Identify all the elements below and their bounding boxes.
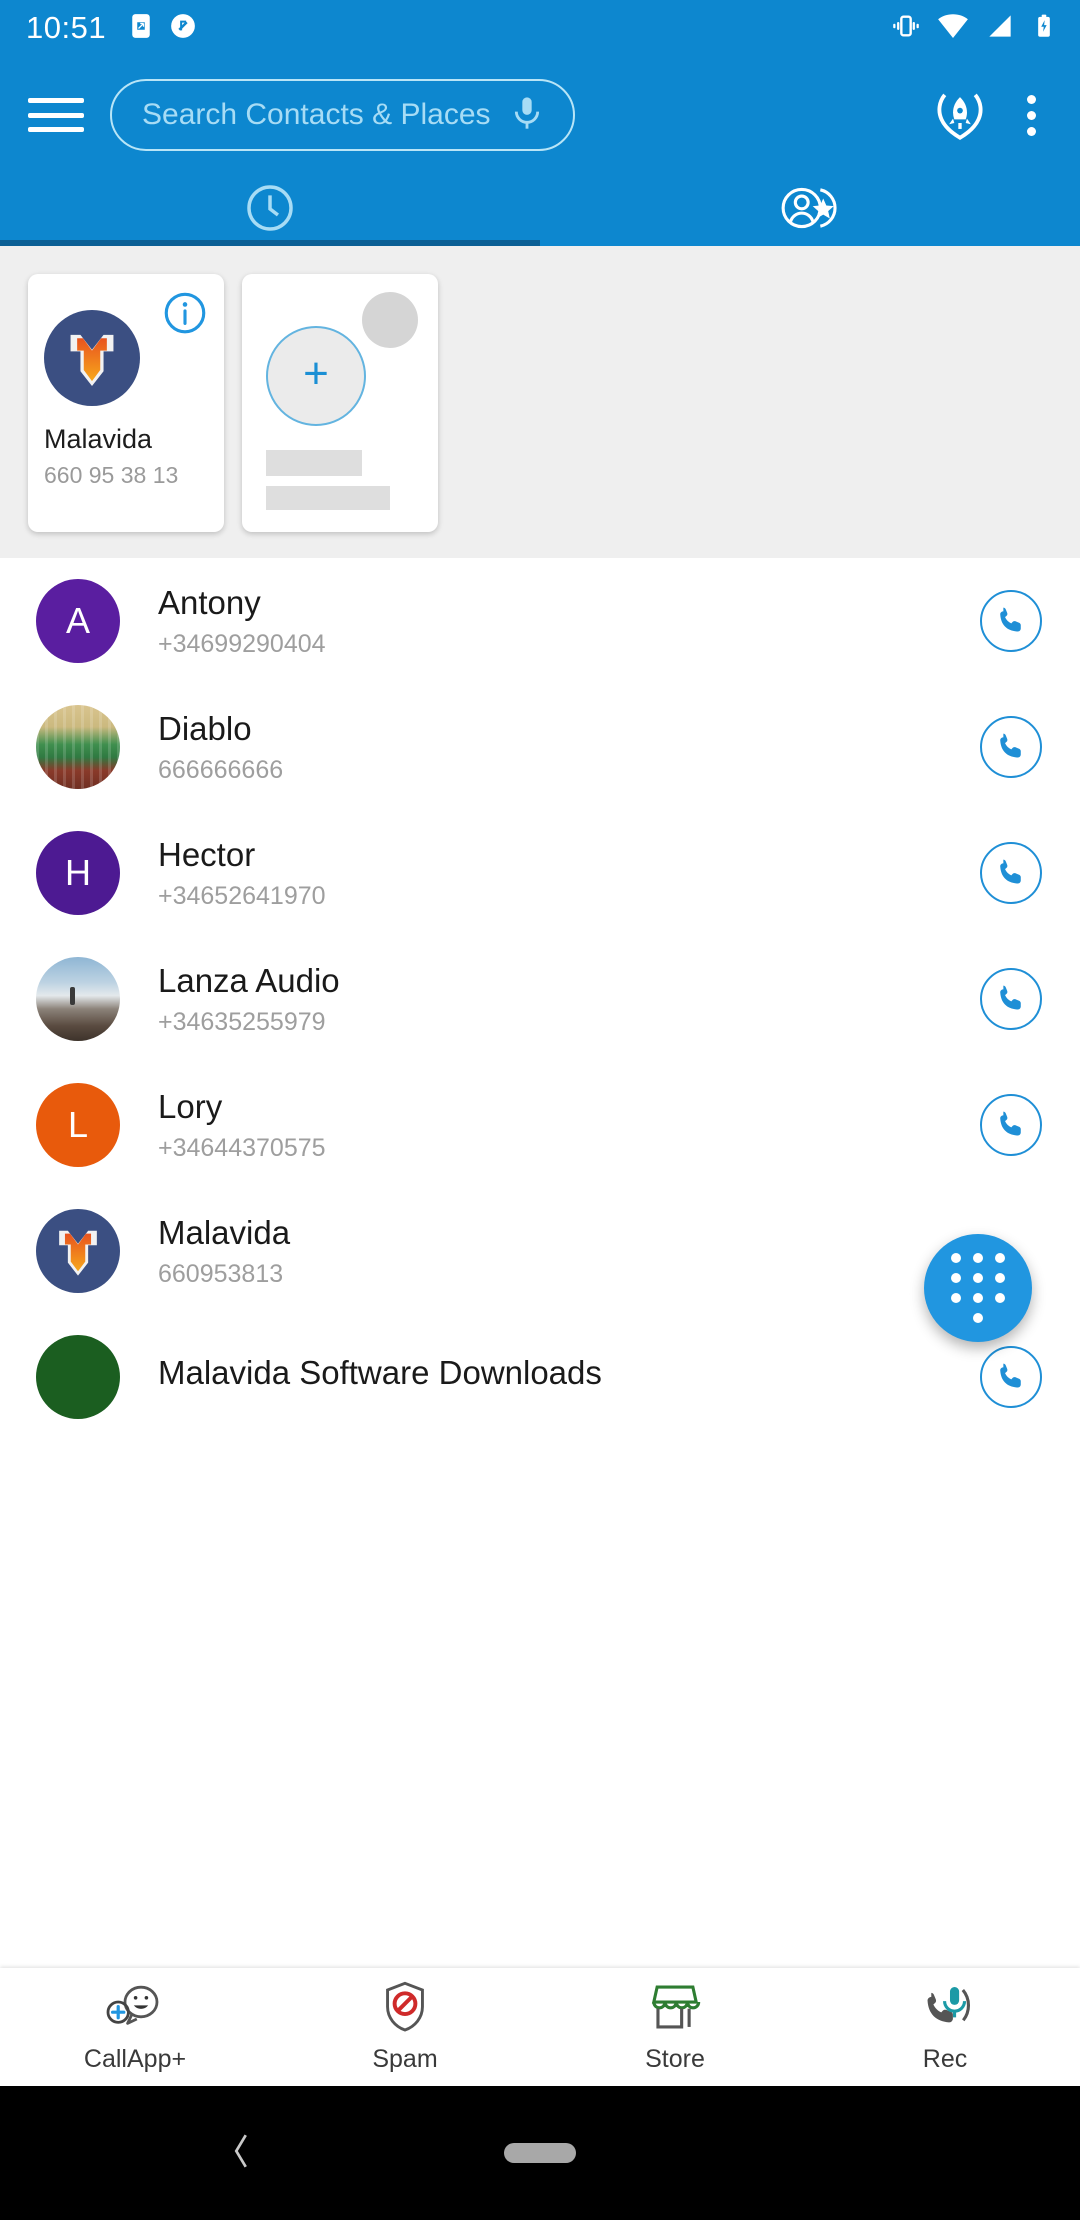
cellular-signal-icon	[984, 10, 1016, 47]
contact-phone: +34635255979	[158, 1007, 326, 1036]
status-bar-right-icons	[890, 9, 1058, 48]
contact-name: Lory	[158, 1087, 223, 1125]
bottom-nav-bar: CallApp+ Spam Store Rec	[0, 1968, 1080, 2086]
tab-indicator	[0, 240, 540, 246]
contact-info: Antony +34699290404	[158, 584, 980, 659]
search-input[interactable]: Search Contacts & Places	[110, 79, 575, 151]
contact-info: Hector +34652641970	[158, 836, 980, 911]
plus-icon: +	[303, 349, 329, 398]
contact-name: Hector	[158, 835, 256, 873]
screenshot-icon	[126, 11, 156, 46]
contact-info: Diablo 666666666	[158, 710, 980, 785]
contact-row[interactable]: L Lory +34644370575	[0, 1062, 1080, 1188]
avatar	[36, 957, 120, 1041]
phone-call-icon[interactable]	[980, 716, 1042, 778]
avatar	[36, 1209, 120, 1293]
placeholder-name-bar	[266, 450, 362, 476]
status-time: 10:51	[26, 10, 107, 45]
nav-item-rec[interactable]: Rec	[810, 1980, 1080, 2074]
phone-call-icon[interactable]	[980, 1094, 1042, 1156]
contact-name: Antony	[158, 583, 261, 621]
contact-phone: +34652641970	[158, 881, 326, 910]
contact-info: Lanza Audio +34635255979	[158, 962, 980, 1037]
call-recorder-icon	[917, 1980, 973, 2039]
placeholder-avatar	[362, 292, 418, 348]
avatar	[36, 705, 120, 789]
recents-tab[interactable]	[0, 174, 540, 246]
contacts-star-icon	[779, 180, 841, 241]
status-bar-left-icons	[126, 11, 198, 46]
favorite-name: Malavida	[44, 424, 153, 454]
dialpad-icon	[951, 1253, 1005, 1323]
contact-info: Lory +34644370575	[158, 1088, 980, 1163]
add-favorite-card[interactable]: +	[242, 274, 438, 532]
vibrate-icon	[890, 10, 922, 47]
phone-call-icon[interactable]	[980, 1346, 1042, 1408]
system-navigation-bar	[0, 2086, 1080, 2220]
battery-charging-icon	[1030, 12, 1058, 45]
home-pill-icon[interactable]	[504, 2143, 576, 2163]
header-actions	[925, 80, 1058, 150]
contact-name: Diablo	[158, 709, 252, 747]
app-header: Search Contacts & Places	[0, 56, 1080, 174]
overflow-menu-icon[interactable]	[1005, 94, 1058, 136]
contact-phone: +34644370575	[158, 1133, 326, 1162]
hamburger-menu-icon[interactable]	[28, 93, 84, 137]
search-placeholder: Search Contacts & Places	[142, 98, 491, 131]
phone-call-icon[interactable]	[980, 968, 1042, 1030]
nav-label: Rec	[922, 2045, 968, 2073]
back-chevron-icon[interactable]	[222, 2127, 260, 2180]
avatar: L	[36, 1083, 120, 1167]
contact-row[interactable]: A Antony +34699290404	[0, 558, 1080, 684]
wifi-icon	[936, 9, 970, 48]
placeholder-phone-bar	[266, 486, 390, 510]
callapp-plus-icon	[105, 1980, 165, 2039]
contact-phone: 666666666	[158, 755, 284, 784]
contact-phone: 660953813	[158, 1259, 284, 1288]
rocket-badge-icon[interactable]	[925, 80, 995, 150]
favorites-strip: Malavida 660 95 38 13 +	[0, 246, 1080, 558]
phone-call-icon[interactable]	[980, 842, 1042, 904]
contact-name: Malavida Software Downloads	[158, 1354, 602, 1391]
contacts-tab[interactable]	[540, 174, 1080, 246]
status-bar: 10:51	[0, 0, 1080, 56]
contact-info: Malavida 660953813	[158, 1214, 980, 1289]
favorite-phone: 660 95 38 13	[44, 462, 179, 488]
favorite-card[interactable]: Malavida 660 95 38 13	[28, 274, 224, 532]
nav-item-callapp-plus[interactable]: CallApp+	[0, 1980, 270, 2074]
dialpad-fab[interactable]	[924, 1234, 1032, 1342]
contact-name: Lanza Audio	[158, 961, 340, 999]
contact-list: A Antony +34699290404 Diablo 666666666 H…	[0, 558, 1080, 1440]
contact-name: Malavida	[158, 1213, 291, 1251]
contact-row[interactable]: H Hector +34652641970	[0, 810, 1080, 936]
contact-info: Malavida Software Downloads	[158, 1354, 980, 1400]
avatar-initial: A	[65, 600, 90, 641]
nav-label: Store	[645, 2045, 705, 2073]
contact-row[interactable]: Malavida Software Downloads	[0, 1314, 1080, 1440]
nav-item-spam[interactable]: Spam	[270, 1980, 540, 2074]
avatar-initial: L	[67, 1104, 89, 1145]
malavida-logo	[44, 310, 140, 406]
nav-item-store[interactable]: Store	[540, 1980, 810, 2074]
phone-call-icon[interactable]	[980, 590, 1042, 652]
nav-label: CallApp+	[83, 2045, 187, 2073]
add-favorite-button[interactable]: +	[266, 326, 366, 426]
contact-row[interactable]: Malavida 660953813	[0, 1188, 1080, 1314]
avatar: H	[36, 831, 120, 915]
store-icon	[646, 1980, 704, 2039]
clock-icon	[242, 180, 298, 241]
avatar: A	[36, 579, 120, 663]
no-screen-rotation-icon	[168, 11, 198, 46]
contact-row[interactable]: Lanza Audio +34635255979	[0, 936, 1080, 1062]
contact-phone: +34699290404	[158, 629, 326, 658]
spam-shield-icon	[377, 1980, 433, 2039]
nav-label: Spam	[372, 2045, 438, 2073]
tab-bar	[0, 174, 1080, 246]
avatar	[36, 1335, 120, 1419]
contact-row[interactable]: Diablo 666666666	[0, 684, 1080, 810]
info-icon[interactable]	[160, 288, 210, 343]
microphone-icon[interactable]	[507, 93, 547, 138]
avatar-initial: H	[65, 852, 91, 893]
